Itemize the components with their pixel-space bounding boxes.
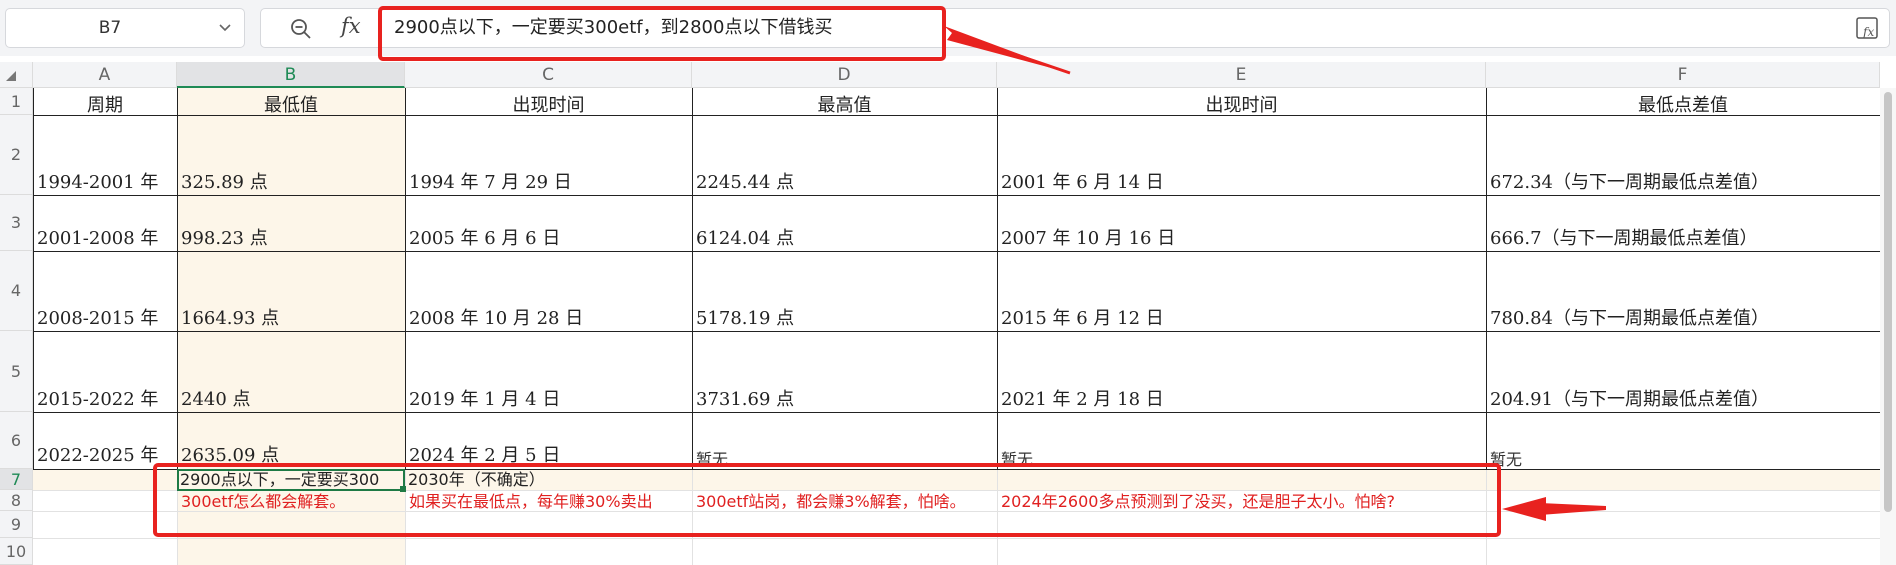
arrow-to-notes <box>1502 497 1606 521</box>
arrow-to-formula <box>944 26 1071 75</box>
annotation-arrows <box>944 26 1606 521</box>
